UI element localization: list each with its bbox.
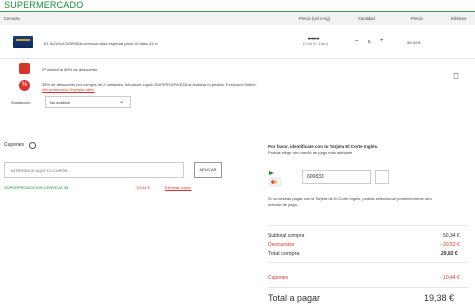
product-name[interactable]: EL ÁGUILA DORADA cerveza rubia especial … — [44, 41, 157, 46]
coupons-summary-value: - 10,44 € — [440, 275, 460, 281]
apply-coupon-button[interactable]: APLICAR — [194, 162, 222, 178]
promo-percent-badge-label: % — [22, 82, 28, 88]
qty-plus-button[interactable]: + — [380, 38, 384, 44]
coupon-input[interactable]: INTRODUCE AQUÍ TU CUPÓN — [4, 162, 184, 178]
subtotal-label: Subtotal compra — [268, 233, 305, 239]
eci-card-number-input[interactable]: 600833 — [302, 170, 371, 184]
promo-link[interactable]: Ver promoción. Excepto ofert. — [42, 87, 95, 92]
col-precio-ud: Precio (Ud o Kg) — [299, 16, 330, 21]
chevron-down-icon: ⌄ — [118, 99, 124, 105]
subtotal-value: 50,34 € — [443, 233, 460, 239]
coupons-title: Cupones — [4, 142, 25, 148]
col-eliminar: Eliminar — [451, 16, 467, 21]
eci-card-number: 600833 — [307, 174, 324, 180]
summary-divider-mid — [268, 262, 468, 263]
pay-value: 19,38 € — [424, 293, 455, 303]
qty-minus-button[interactable]: – — [355, 38, 358, 44]
product-image[interactable] — [13, 36, 33, 48]
substitution-value: No sustituir — [50, 100, 71, 105]
eci-card-icon[interactable] — [268, 169, 282, 187]
cart-table-header: Cerveza Precio (Ud o Kg) Cantidad Precio… — [0, 12, 475, 25]
eci-card-note: Si no deseas pagar con la Tarjeta de El … — [268, 196, 432, 207]
promo-50-text: 2ª unidad al 50% de descuento — [42, 67, 98, 72]
info-icon[interactable] — [29, 142, 36, 149]
col-cerveza: Cerveza — [4, 16, 20, 21]
eci-card-submit[interactable] — [375, 170, 389, 184]
remove-coupon-link[interactable]: Eliminar cupón — [165, 185, 191, 190]
total-label: Total compra — [268, 251, 300, 257]
total-value: 29,82 € — [441, 251, 458, 257]
summary-divider-top — [268, 225, 468, 226]
promo-50-icon: 50% — [19, 63, 30, 75]
col-cantidad: Cantidad — [358, 16, 375, 21]
eci-card-title: Por favor, identifícate con tu Tarjeta E… — [268, 144, 379, 149]
product-divider — [0, 58, 475, 59]
discount-label: Descuentos — [268, 242, 295, 248]
summary-divider-bottom — [268, 287, 468, 288]
eci-card-subtitle: Podrás elegir otro medio de pago más ade… — [268, 150, 353, 155]
coupons-summary-label: Cupones — [268, 275, 289, 281]
product-unit-price: (2,54 € / Litro) — [303, 41, 328, 46]
coupon-placeholder: INTRODUCE AQUÍ TU CUPÓN — [11, 168, 68, 173]
pay-label: Total a pagar — [268, 293, 321, 303]
product-total: 50,34 € — [407, 40, 421, 45]
trash-icon[interactable] — [453, 66, 459, 79]
substitution-label: Sustitución — [11, 100, 31, 105]
applied-coupon-name: SUPERPROMOCION CERVEZA 35 — [4, 185, 69, 190]
applied-coupon-amount: - 10,44 € — [134, 185, 150, 190]
discount-value: - 20,52 € — [440, 242, 460, 248]
promo-50-badge-label: 50% — [20, 71, 27, 75]
promo-percent-icon: % — [19, 80, 30, 91]
substitution-select[interactable]: No sustituir ⌄ — [45, 96, 131, 108]
qty-value[interactable]: 6 — [368, 39, 371, 44]
col-precio: Precio — [411, 16, 423, 21]
page-title: SUPERMERCADO — [4, 0, 84, 10]
